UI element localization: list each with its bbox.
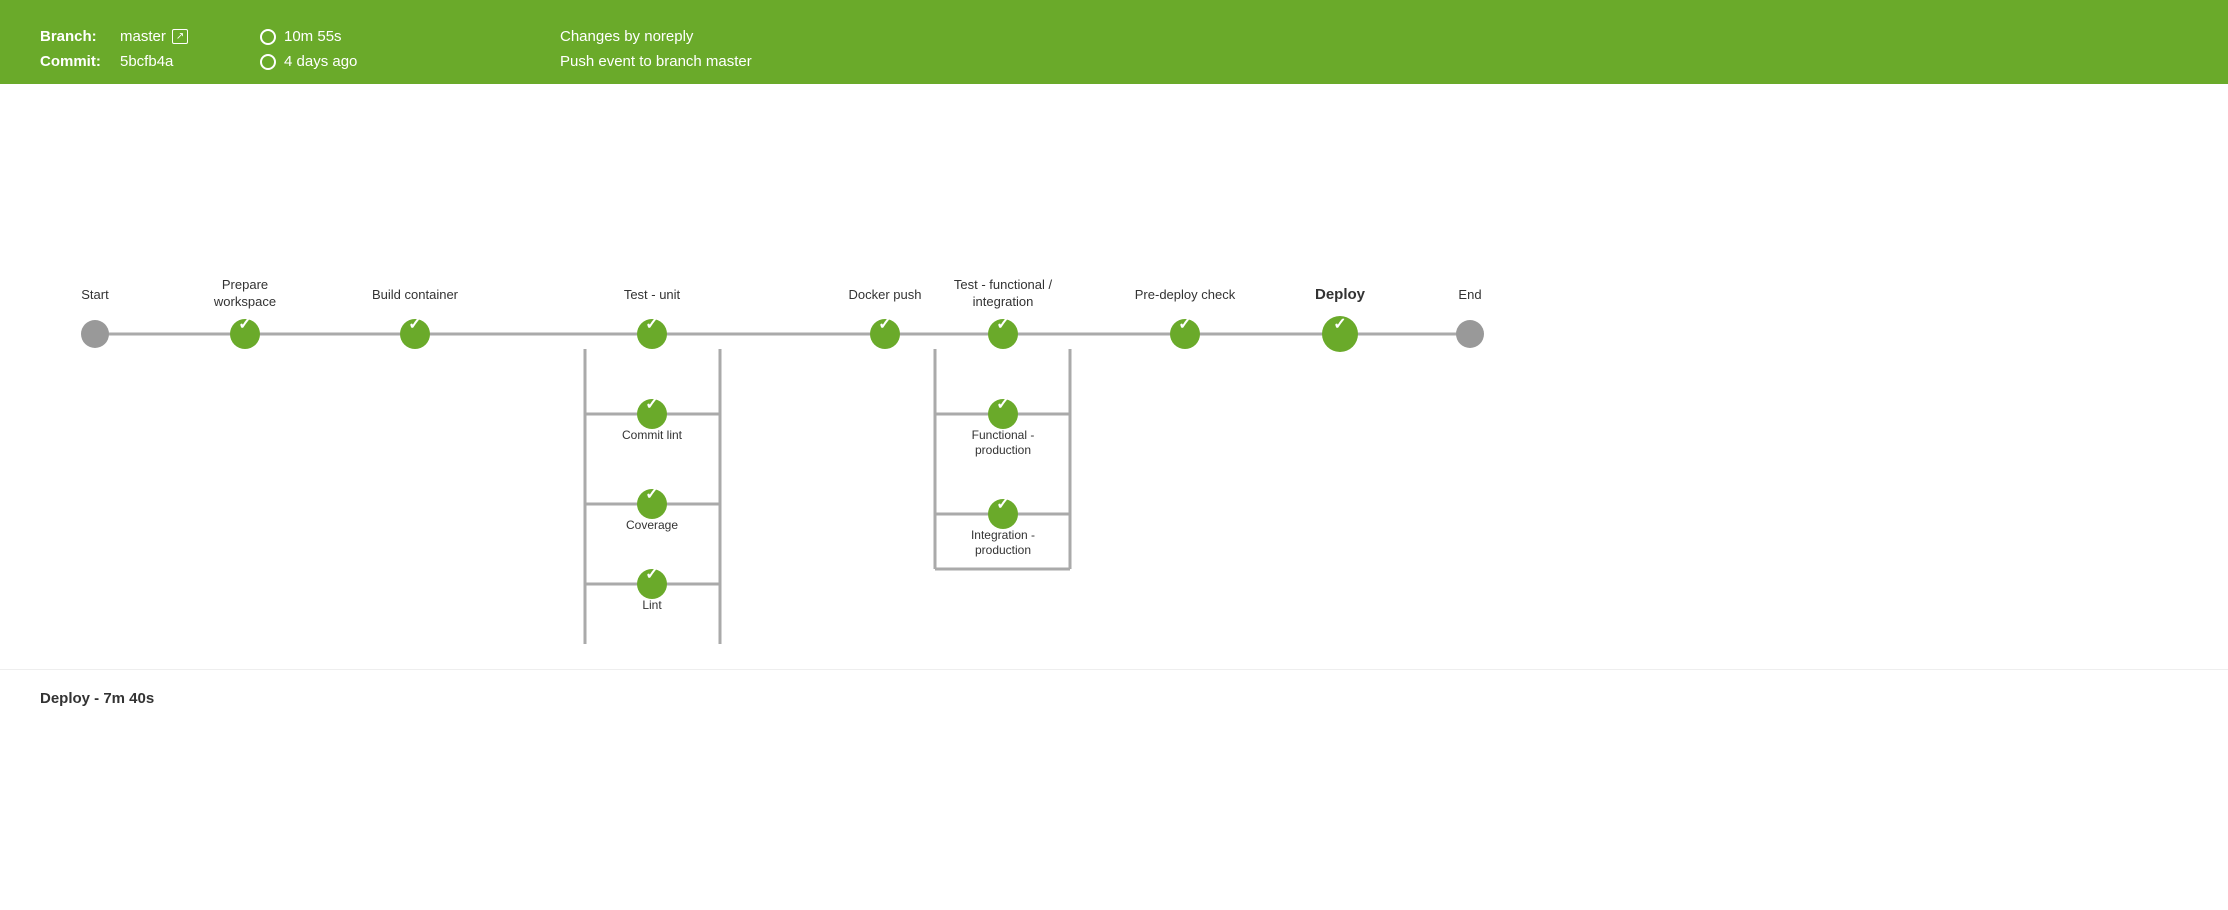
svg-text:Pre-deploy check: Pre-deploy check bbox=[1135, 287, 1236, 302]
svg-text:✓: ✓ bbox=[996, 396, 1009, 413]
svg-text:Prepare: Prepare bbox=[222, 277, 268, 292]
svg-text:Test - unit: Test - unit bbox=[624, 287, 681, 302]
clock-icon bbox=[260, 29, 276, 45]
svg-text:✓: ✓ bbox=[996, 496, 1009, 513]
svg-text:Build container: Build container bbox=[372, 287, 459, 302]
start-node bbox=[81, 320, 109, 348]
push-text: Push event to branch master bbox=[560, 53, 2188, 70]
branch-label: Branch: bbox=[40, 28, 120, 45]
svg-text:✓: ✓ bbox=[645, 486, 658, 503]
svg-text:Commit lint: Commit lint bbox=[622, 428, 683, 442]
footer-label: Deploy - 7m 40s bbox=[40, 690, 2188, 707]
svg-text:✓: ✓ bbox=[878, 316, 891, 333]
svg-text:✓: ✓ bbox=[645, 316, 658, 333]
svg-text:✓: ✓ bbox=[645, 396, 658, 413]
footer: Deploy - 7m 40s bbox=[0, 669, 2228, 727]
end-node bbox=[1456, 320, 1484, 348]
header-bar: Branch: master ↗ 10m 55s Changes by nore… bbox=[0, 14, 2228, 84]
svg-text:Test - functional /: Test - functional / bbox=[954, 277, 1053, 292]
svg-text:workspace: workspace bbox=[213, 294, 276, 309]
svg-text:Functional -: Functional - bbox=[972, 428, 1035, 442]
changes-text: Changes by noreply bbox=[560, 28, 2188, 45]
svg-text:Docker push: Docker push bbox=[849, 287, 922, 302]
svg-text:✓: ✓ bbox=[238, 316, 251, 333]
svg-text:integration: integration bbox=[973, 294, 1034, 309]
svg-text:production: production bbox=[975, 443, 1031, 457]
svg-text:✓: ✓ bbox=[1333, 316, 1346, 333]
svg-text:✓: ✓ bbox=[408, 316, 421, 333]
time-ago: 4 days ago bbox=[260, 53, 560, 70]
duration: 10m 55s bbox=[260, 28, 560, 45]
start-label: Start bbox=[81, 287, 109, 302]
branch-value: master ↗ bbox=[120, 28, 260, 45]
svg-text:production: production bbox=[975, 543, 1031, 557]
svg-text:Coverage: Coverage bbox=[626, 518, 678, 532]
pipeline-area: Start ✓ Prepare workspace ✓ Build contai… bbox=[0, 84, 2228, 669]
svg-text:Deploy: Deploy bbox=[1315, 286, 1366, 303]
time-icon bbox=[260, 54, 276, 70]
svg-text:Integration -: Integration - bbox=[971, 528, 1035, 542]
svg-text:✓: ✓ bbox=[645, 566, 658, 583]
svg-text:✓: ✓ bbox=[1178, 316, 1191, 333]
commit-label: Commit: bbox=[40, 53, 120, 70]
pipeline-diagram: Start ✓ Prepare workspace ✓ Build contai… bbox=[20, 124, 1520, 644]
end-label: End bbox=[1458, 287, 1481, 302]
svg-text:Lint: Lint bbox=[642, 598, 662, 612]
external-link-icon[interactable]: ↗ bbox=[172, 29, 188, 44]
svg-text:✓: ✓ bbox=[996, 316, 1009, 333]
commit-value: 5bcfb4a bbox=[120, 53, 260, 70]
